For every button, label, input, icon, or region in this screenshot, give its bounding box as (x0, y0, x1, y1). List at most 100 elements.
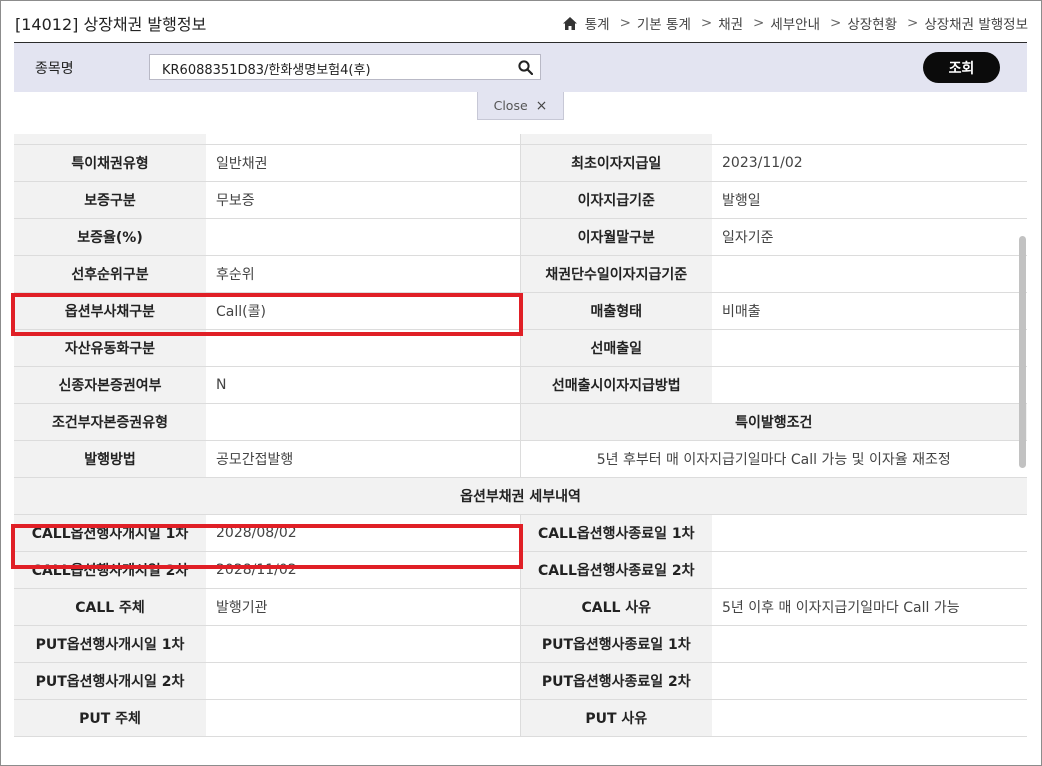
special-condition-text: 5년 후부터 매 이자지급기일마다 Call 가능 및 이자율 재조정 (520, 440, 1027, 478)
table-row: CALL옵션행사개시일 1차 2028/08/02 CALL옵션행사종료일 1차 (14, 514, 1027, 552)
field-label: PUT옵션행사종료일 1차 (520, 625, 712, 663)
table-row: PUT 주체 PUT 사유 (14, 699, 1027, 737)
table-row (14, 134, 1027, 145)
scrollbar-thumb[interactable] (1019, 236, 1026, 468)
field-label: 선매출일 (520, 329, 712, 367)
section-heading-row: 옵션부채권 세부내역 (14, 477, 1027, 515)
field-label: CALL옵션행사개시일 1차 (14, 514, 206, 552)
field-value: N (206, 366, 521, 404)
field-label: CALL옵션행사개시일 2차 (14, 551, 206, 589)
option-section-heading: 옵션부채권 세부내역 (14, 477, 1027, 515)
breadcrumb-item-basic-stats[interactable]: 기본 통계 (637, 13, 691, 33)
breadcrumb-separator: > (700, 15, 713, 31)
field-label: 자산유동화구분 (14, 329, 206, 367)
field-label: PUT옵션행사개시일 2차 (14, 662, 206, 700)
field-label: 보증율(%) (14, 218, 206, 256)
close-icon: × (535, 97, 548, 114)
table-row: CALL옵션행사개시일 2차 2028/11/02 CALL옵션행사종료일 2차 (14, 551, 1027, 589)
field-label: CALL옵션행사종료일 2차 (520, 551, 712, 589)
breadcrumb-item-stats[interactable]: 통계 (585, 13, 610, 33)
field-label: 이자지급기준 (520, 181, 712, 219)
breadcrumb-item-bond[interactable]: 채권 (718, 13, 743, 33)
table-row: CALL 주체 발행기관 CALL 사유 5년 이후 매 이자지급기일마다 Ca… (14, 588, 1027, 626)
breadcrumb: 통계 > 기본 통계 > 채권 > 세부안내 > 상장현황 > 상장채권 발행정… (562, 13, 1028, 33)
breadcrumb-item-detail[interactable]: 세부안내 (770, 13, 820, 33)
table-row: PUT옵션행사개시일 1차 PUT옵션행사종료일 1차 (14, 625, 1027, 663)
table-row: 조건부자본증권유형 특이발행조건 (14, 403, 1027, 441)
page-title: [14012] 상장채권 발행정보 (15, 15, 207, 34)
table-row: 옵션부사채구분 Call(콜) 매출형태 비매출 (14, 292, 1027, 330)
field-label: 특이채권유형 (14, 144, 206, 182)
field-value (206, 218, 521, 256)
field-value: 2028/11/02 (206, 551, 521, 589)
bond-info-table: 특이채권유형 일반채권 최초이자지급일 2023/11/02 보증구분 무보증 … (14, 134, 1027, 737)
table-row: 발행방법 공모간접발행 5년 후부터 매 이자지급기일마다 Call 가능 및 … (14, 440, 1027, 478)
field-label: CALL옵션행사종료일 1차 (520, 514, 712, 552)
table-row: 보증율(%) 이자월말구분 일자기준 (14, 218, 1027, 256)
field-value (712, 366, 1027, 404)
field-label: 선매출시이자지급방법 (520, 366, 712, 404)
field-value: 발행일 (712, 181, 1027, 219)
field-value (712, 699, 1027, 737)
table-row: 선후순위구분 후순위 채권단수일이자지급기준 (14, 255, 1027, 293)
field-value (206, 699, 521, 737)
table-row: 신종자본증권여부 N 선매출시이자지급방법 (14, 366, 1027, 404)
field-value: 발행기관 (206, 588, 521, 626)
close-label: Close (493, 98, 528, 113)
close-panel-button[interactable]: Close × (477, 92, 564, 120)
field-label: PUT 사유 (520, 699, 712, 737)
field-label: 보증구분 (14, 181, 206, 219)
field-value (712, 255, 1027, 293)
home-icon[interactable] (562, 16, 577, 30)
field-value: 공모간접발행 (206, 440, 521, 478)
search-field[interactable] (149, 54, 541, 80)
field-value: 후순위 (206, 255, 521, 293)
query-button[interactable]: 조회 (923, 52, 1000, 83)
field-value: Call(콜) (206, 292, 521, 330)
breadcrumb-separator: > (830, 15, 842, 31)
special-condition-heading: 특이발행조건 (520, 403, 1027, 441)
field-label: 옵션부사채구분 (14, 292, 206, 330)
breadcrumb-separator: > (619, 15, 631, 31)
table-row: 자산유동화구분 선매출일 (14, 329, 1027, 367)
breadcrumb-item-listing-status[interactable]: 상장현황 (847, 13, 897, 33)
field-value (712, 662, 1027, 700)
field-value: 일반채권 (206, 144, 521, 182)
search-bar: 종목명 조회 (14, 43, 1027, 92)
breadcrumb-item-current: 상장채권 발행정보 (924, 17, 1028, 33)
field-label: 매출형태 (520, 292, 712, 330)
field-value: 2028/08/02 (206, 514, 521, 552)
field-label: 최초이자지급일 (520, 144, 712, 182)
search-input[interactable] (160, 58, 514, 78)
field-label: CALL 주체 (14, 588, 206, 626)
field-value (712, 625, 1027, 663)
field-value (206, 662, 521, 700)
field-value: 비매출 (712, 292, 1027, 330)
table-row: PUT옵션행사개시일 2차 PUT옵션행사종료일 2차 (14, 662, 1027, 700)
field-value (206, 625, 521, 663)
field-label: CALL 사유 (520, 588, 712, 626)
field-label: 선후순위구분 (14, 255, 206, 293)
field-label: 조건부자본증권유형 (14, 403, 206, 441)
field-value (712, 551, 1027, 589)
field-value (206, 329, 521, 367)
field-label: PUT옵션행사개시일 1차 (14, 625, 206, 663)
search-icon[interactable] (518, 60, 533, 75)
field-value: 5년 이후 매 이자지급기일마다 Call 가능 (712, 588, 1027, 626)
field-label: PUT옵션행사종료일 2차 (520, 662, 712, 700)
table-row: 보증구분 무보증 이자지급기준 발행일 (14, 181, 1027, 219)
table-row: 특이채권유형 일반채권 최초이자지급일 2023/11/02 (14, 144, 1027, 182)
breadcrumb-separator: > (753, 15, 765, 31)
field-value (712, 329, 1027, 367)
field-label: 이자월말구분 (520, 218, 712, 256)
search-label: 종목명 (35, 61, 74, 77)
field-value: 2023/11/02 (712, 144, 1027, 182)
field-label: 채권단수일이자지급기준 (520, 255, 712, 293)
field-value (206, 403, 521, 441)
field-label: PUT 주체 (14, 699, 206, 737)
breadcrumb-separator: > (907, 15, 919, 31)
field-value: 무보증 (206, 181, 521, 219)
field-value (712, 514, 1027, 552)
field-label: 발행방법 (14, 440, 206, 478)
field-value: 일자기준 (712, 218, 1027, 256)
